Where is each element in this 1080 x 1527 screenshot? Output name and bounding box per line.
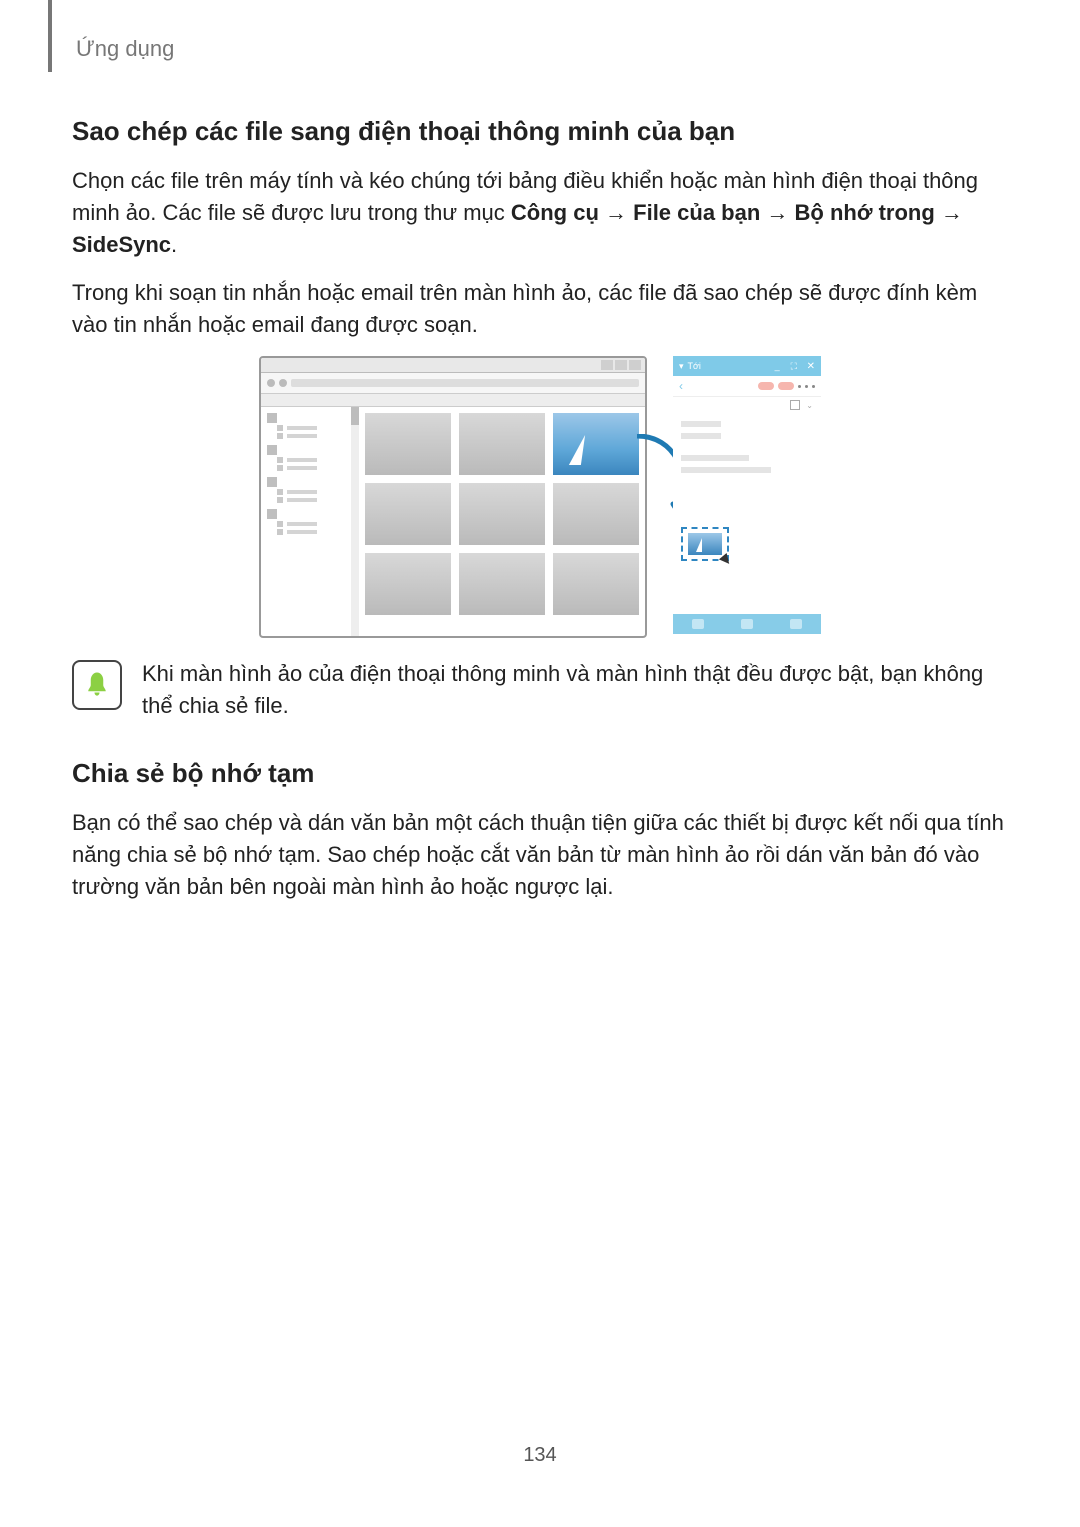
margin-rule [48, 0, 52, 72]
tree-item [277, 497, 345, 503]
breadcrumb-tools: Công cụ [511, 200, 599, 225]
paragraph-copy-instructions: Chọn các file trên máy tính và kéo chúng… [72, 165, 1008, 261]
tree-item [267, 477, 345, 487]
phone-max-icon: ⛶ [791, 361, 801, 371]
window-close-icon [629, 360, 641, 370]
phone-title-text: Tới [688, 361, 701, 371]
nav-dot-icon [267, 379, 275, 387]
text-line [681, 433, 721, 439]
window-min-icon [601, 360, 613, 370]
file-thumbnail [459, 413, 545, 475]
tree-item [277, 425, 345, 431]
file-thumbnail [553, 483, 639, 545]
text-line [681, 421, 721, 427]
file-thumbnail [365, 483, 451, 545]
paragraph-attach-note: Trong khi soạn tin nhắn hoặc email trên … [72, 277, 1008, 341]
note-callout: Khi màn hình ảo của điện thoại thông min… [72, 658, 1008, 722]
breadcrumb-internal-storage: Bộ nhớ trong [795, 200, 935, 225]
file-thumbnail [365, 413, 451, 475]
page-number: 134 [0, 1444, 1080, 1467]
breadcrumb-arrow-1: → [599, 200, 633, 225]
back-icon: ‹ [679, 379, 683, 393]
address-bar [291, 379, 639, 387]
nav-dot-icon [279, 379, 287, 387]
file-thumbnail [553, 553, 639, 615]
file-thumbnail [459, 553, 545, 615]
folder-tree [261, 407, 351, 636]
more-icon [798, 385, 815, 388]
file-grid [359, 407, 645, 636]
breadcrumb-arrow-2: → [760, 200, 794, 225]
drop-target [681, 527, 729, 561]
breadcrumb-your-files: File của bạn [633, 200, 760, 225]
desktop-window [259, 356, 647, 638]
tree-item [277, 433, 345, 439]
paragraph-clipboard: Bạn có thể sao chép và dán văn bản một c… [72, 807, 1008, 903]
window-max-icon [615, 360, 627, 370]
file-thumbnail [459, 483, 545, 545]
phone-app-header: ‹ [673, 376, 821, 396]
phone-close-icon: ✕ [807, 361, 815, 372]
checkbox-icon [790, 400, 800, 410]
text-line [681, 467, 771, 473]
scrollbar [351, 407, 359, 636]
heading-copy-files: Sao chép các file sang điện thoại thông … [72, 116, 1008, 147]
phone-titlebar: ▾ Tới _ ⛶ ✕ [673, 356, 821, 376]
phone-body [673, 413, 821, 569]
recent-icon [692, 619, 704, 629]
breadcrumb-period: . [171, 232, 177, 257]
header-section: Ứng dụng [76, 36, 1008, 62]
home-icon [741, 619, 753, 629]
back-nav-icon [790, 619, 802, 629]
virtual-phone-screen: ▾ Tới _ ⛶ ✕ ‹ ⌄ [673, 356, 821, 634]
window-ribbon [261, 394, 645, 407]
breadcrumb-sidesync: SideSync [72, 232, 171, 257]
tree-item [277, 489, 345, 495]
breadcrumb-arrow-3: → [935, 200, 963, 225]
note-text: Khi màn hình ảo của điện thoại thông min… [142, 658, 1008, 722]
phone-chevron-icon: ▾ [679, 361, 684, 372]
tree-item [267, 445, 345, 455]
window-toolbar [261, 373, 645, 394]
tree-item [267, 413, 345, 423]
file-thumbnail [365, 553, 451, 615]
phone-min-icon: _ [775, 361, 785, 371]
tree-item [277, 521, 345, 527]
window-body [261, 407, 645, 636]
tree-item [277, 457, 345, 463]
note-bell-icon [72, 660, 122, 710]
file-thumbnail-selected [553, 413, 639, 475]
text-line [681, 455, 749, 461]
action-pill [778, 382, 794, 390]
window-titlebar [261, 358, 645, 373]
heading-clipboard-share: Chia sẻ bộ nhớ tạm [72, 758, 1008, 789]
action-pill [758, 382, 774, 390]
phone-navbar [673, 614, 821, 634]
figure-drag-drop: ▾ Tới _ ⛶ ✕ ‹ ⌄ [259, 356, 821, 634]
phone-toolbar: ⌄ [673, 396, 821, 413]
document-page: Ứng dụng Sao chép các file sang điện tho… [0, 0, 1080, 1527]
tree-item [277, 465, 345, 471]
tree-item [267, 509, 345, 519]
dropdown-icon: ⌄ [806, 401, 813, 410]
tree-item [277, 529, 345, 535]
cursor-icon [719, 553, 733, 567]
